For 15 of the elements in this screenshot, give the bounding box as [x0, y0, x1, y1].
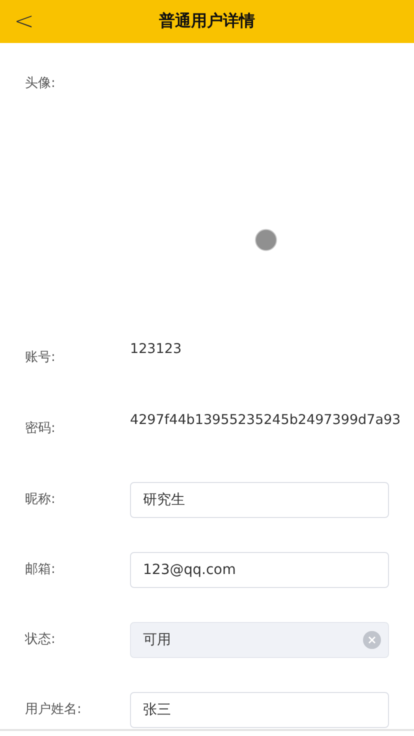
field-label: 密码: — [25, 420, 56, 437]
field-label: 用户姓名: — [25, 702, 82, 718]
page-title: 普通用户详情 — [159, 11, 255, 32]
field-label: 状态: — [25, 632, 56, 648]
field-label: 账号: — [25, 349, 56, 366]
field-label: 昵称: — [25, 492, 56, 508]
field-label: 邮箱: — [25, 562, 56, 578]
input-field[interactable]: 张三 — [130, 692, 389, 728]
back-button[interactable]: < — [8, 6, 40, 36]
field-label: 头像: — [25, 76, 56, 92]
avatar-icon — [255, 229, 277, 251]
input-field[interactable]: 123@qq.com — [130, 552, 389, 588]
input-field[interactable]: 研究生 — [130, 482, 389, 518]
field-value: 4297f44b13955235245b2497399d7a93 — [130, 413, 401, 430]
field-value: 123123 — [130, 342, 182, 359]
